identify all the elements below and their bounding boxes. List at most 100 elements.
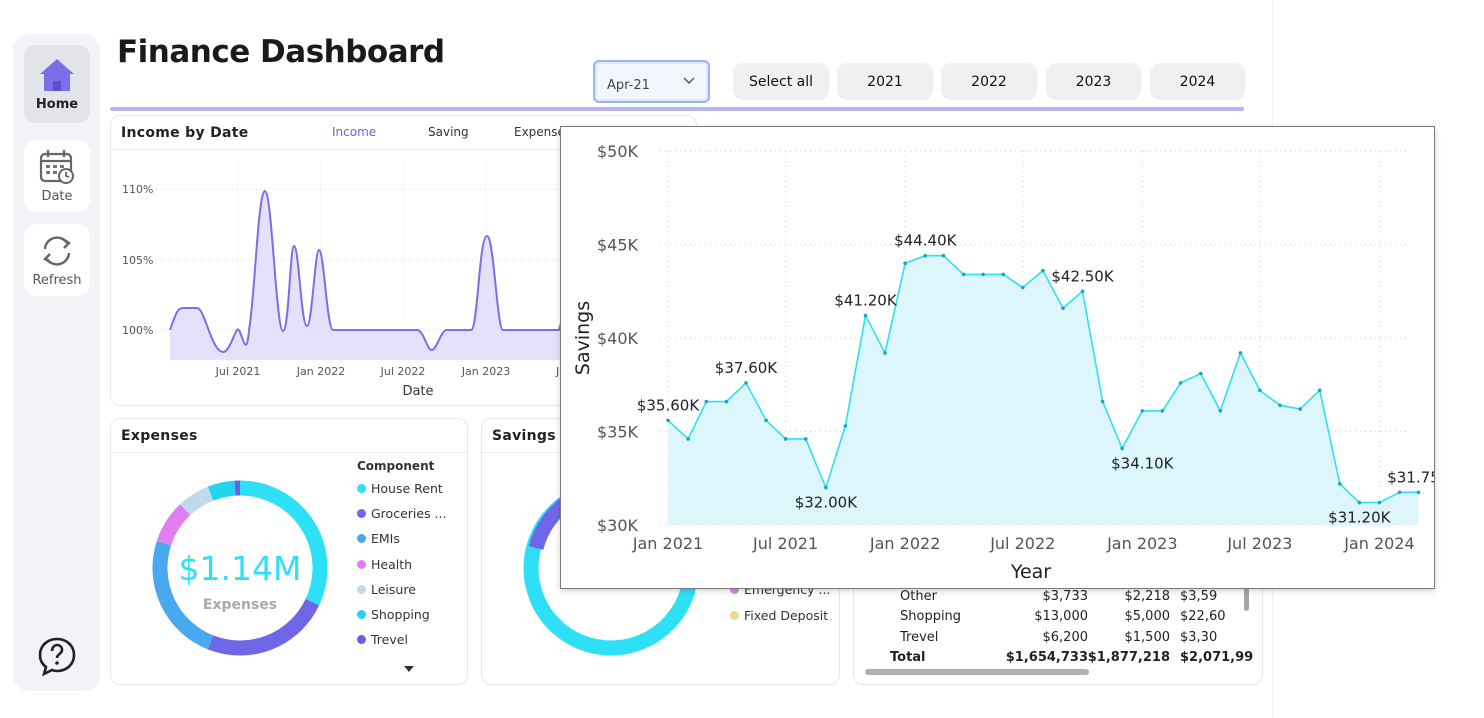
legend-item[interactable]: EMIs [357,531,400,546]
legend-item[interactable]: Trevel [357,632,408,647]
data-point[interactable] [863,313,868,318]
table-cell: Other [900,589,937,604]
refresh-icon [43,235,71,266]
data-point[interactable] [724,399,729,404]
donut-slice[interactable] [156,504,191,546]
data-point[interactable] [666,418,670,423]
data-label: $37.60K [715,359,778,377]
legend-label: Groceries ... [371,506,447,521]
table-cell: $1,877,218 [1087,650,1170,665]
legend-item[interactable]: Leisure [357,582,416,597]
data-point[interactable] [1317,388,1322,393]
x-tick-label: Jul 2022 [989,534,1055,553]
table-cell: $2,071,99 [1180,650,1254,665]
data-point[interactable] [1020,285,1025,290]
data-point[interactable] [704,399,709,404]
legend-label: Leisure [371,582,416,597]
x-tick-label: Jul 2021 [752,534,818,553]
data-point[interactable] [1238,351,1243,355]
vertical-scrollbar[interactable] [1244,587,1249,611]
savings-tooltip-popup: $50K $45K $40K $35K $30K Jan 2021 Jul 2021 Jan … [560,126,1435,589]
data-point[interactable] [1061,306,1065,310]
year-2024-button[interactable]: 2024 [1150,63,1245,100]
data-point[interactable] [1338,482,1342,486]
data-point[interactable] [1298,407,1302,411]
data-point[interactable] [1100,399,1105,404]
data-point[interactable] [803,437,808,441]
savings-card-title: Savings [492,428,556,444]
donut-center-value: $1.14M [179,549,302,588]
data-point[interactable] [981,272,985,277]
income-xtick-label: Jan 2022 [296,365,345,378]
year-2022-button[interactable]: 2022 [941,63,1037,100]
legend-item[interactable]: House Rent [357,481,443,496]
x-tick-label: Jan 2021 [632,534,703,553]
table-row: Other $3,733 $2,218 $3,59 [854,589,1262,609]
data-point[interactable] [1397,490,1402,495]
data-point[interactable] [764,418,768,423]
income-xtick-label: Jul 2021 [215,365,261,378]
table-row: Trevel $6,200 $1,500 $3,30 [854,630,1262,650]
data-point[interactable] [1080,289,1085,294]
data-point[interactable] [961,272,966,277]
nav-date[interactable]: Date [24,140,90,212]
table-cell: $5,000 [1124,609,1171,624]
legend-item[interactable]: Health [357,557,412,572]
select-all-button[interactable]: Select all [733,63,829,100]
x-tick-label: Jan 2023 [1106,534,1177,553]
data-point[interactable] [1001,272,1006,277]
data-point[interactable] [1140,409,1145,413]
y-tick-label: $40K [597,329,639,348]
savings-area [668,255,1419,525]
legend-swatch [357,585,366,594]
data-point[interactable] [1218,409,1223,413]
month-dropdown[interactable]: Apr-21 [593,60,710,103]
y-tick-label: $45K [597,236,639,255]
legend-item[interactable]: Shopping [357,607,430,622]
help-icon[interactable] [37,636,77,676]
table-cell: $2,218 [1124,589,1171,604]
data-point[interactable] [1198,371,1203,376]
chevron-down-icon [683,77,695,84]
data-point[interactable] [1377,500,1382,505]
data-point[interactable] [903,261,907,265]
y-tick-label: $30K [597,516,639,535]
data-point[interactable] [1278,403,1282,408]
data-point[interactable] [843,424,848,428]
data-point[interactable] [1120,446,1124,451]
legend-item[interactable]: Groceries ... [357,506,446,521]
legend-scroll-down-icon[interactable] [403,665,415,673]
data-point[interactable] [883,351,887,355]
data-point[interactable] [1160,409,1165,413]
data-label: $35.60K [637,396,700,414]
income-xaxis-title: Date [402,384,433,399]
table-cell: $3,59 [1180,589,1218,604]
nav-refresh[interactable]: Refresh [24,224,90,296]
savings-area-chart: $50K $45K $40K $35K $30KJan 2021 Jul 2021 Jan … [572,142,1434,583]
data-point[interactable] [1416,490,1421,495]
data-point[interactable] [1357,500,1362,505]
data-point[interactable] [744,381,748,385]
data-point[interactable] [1041,268,1045,273]
data-point[interactable] [923,253,928,258]
donut-center-label: Expenses [203,597,277,613]
table-cell: $22,60 [1180,609,1226,624]
y-tick-label: $35K [597,423,639,442]
year-2021-button[interactable]: 2021 [837,63,933,100]
nav-home[interactable]: Home [24,45,90,123]
donut-slice[interactable] [180,486,214,516]
data-point[interactable] [1178,381,1183,385]
horizontal-scrollbar[interactable] [865,669,1089,675]
legend-item[interactable]: Fixed Deposit [730,608,828,623]
data-point[interactable] [941,253,946,258]
data-point[interactable] [686,437,690,441]
data-point[interactable] [824,485,828,490]
expenses-donut-chart: $1.14M Expenses [152,480,328,656]
year-2023-button[interactable]: 2023 [1046,63,1141,100]
table-row: Shopping $13,000 $5,000 $22,60 [854,609,1262,629]
legend-label: Shopping [371,607,430,622]
donut-slice[interactable] [207,480,236,501]
data-point[interactable] [1258,388,1262,393]
data-point[interactable] [783,437,788,441]
legend-swatch [357,610,366,619]
